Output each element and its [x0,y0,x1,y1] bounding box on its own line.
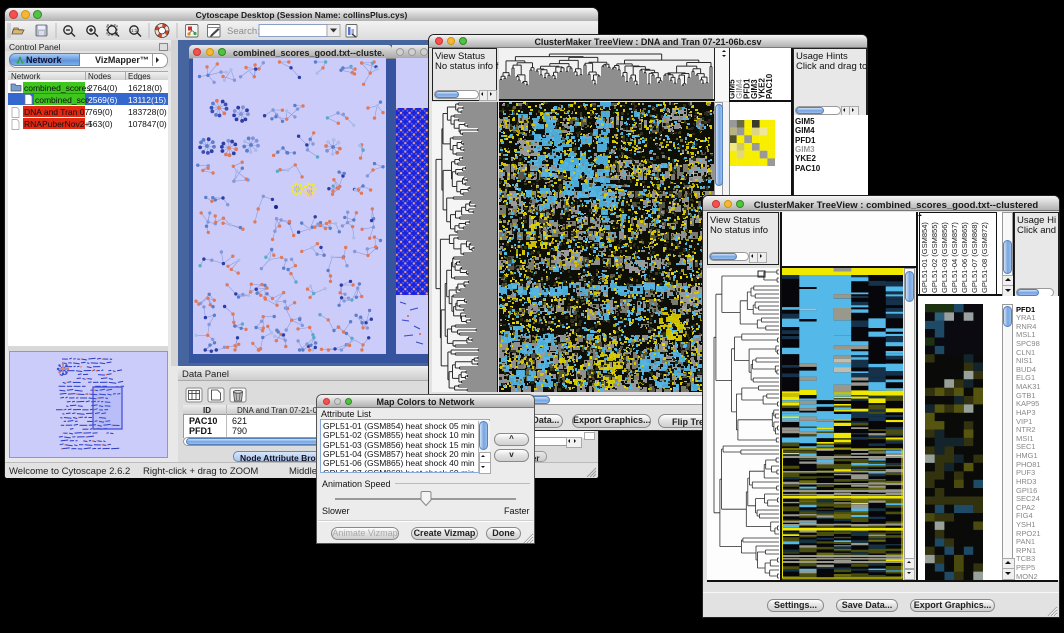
svg-text:GPL51-04 (GSM857): GPL51-04 (GSM857) [950,222,959,293]
svg-text:GPL51-03 (GSM856): GPL51-03 (GSM856) [940,222,949,293]
svg-text:PAC10: PAC10 [765,73,774,99]
svg-text:1:1: 1:1 [131,28,138,33]
svg-text:GPL51-02 (GSM855): GPL51-02 (GSM855) [930,222,939,293]
svg-text:GPL51-07 (GSM868): GPL51-07 (GSM868) [970,222,979,293]
svg-text:GPL51-08 (GSM872): GPL51-08 (GSM872) [980,222,989,293]
svg-text:GPL51-01 (GSM854): GPL51-01 (GSM854) [920,222,929,293]
svg-text:GPL51-06 (GSM865): GPL51-06 (GSM865) [960,222,969,293]
svg-text:Search:: Search: [227,26,260,37]
